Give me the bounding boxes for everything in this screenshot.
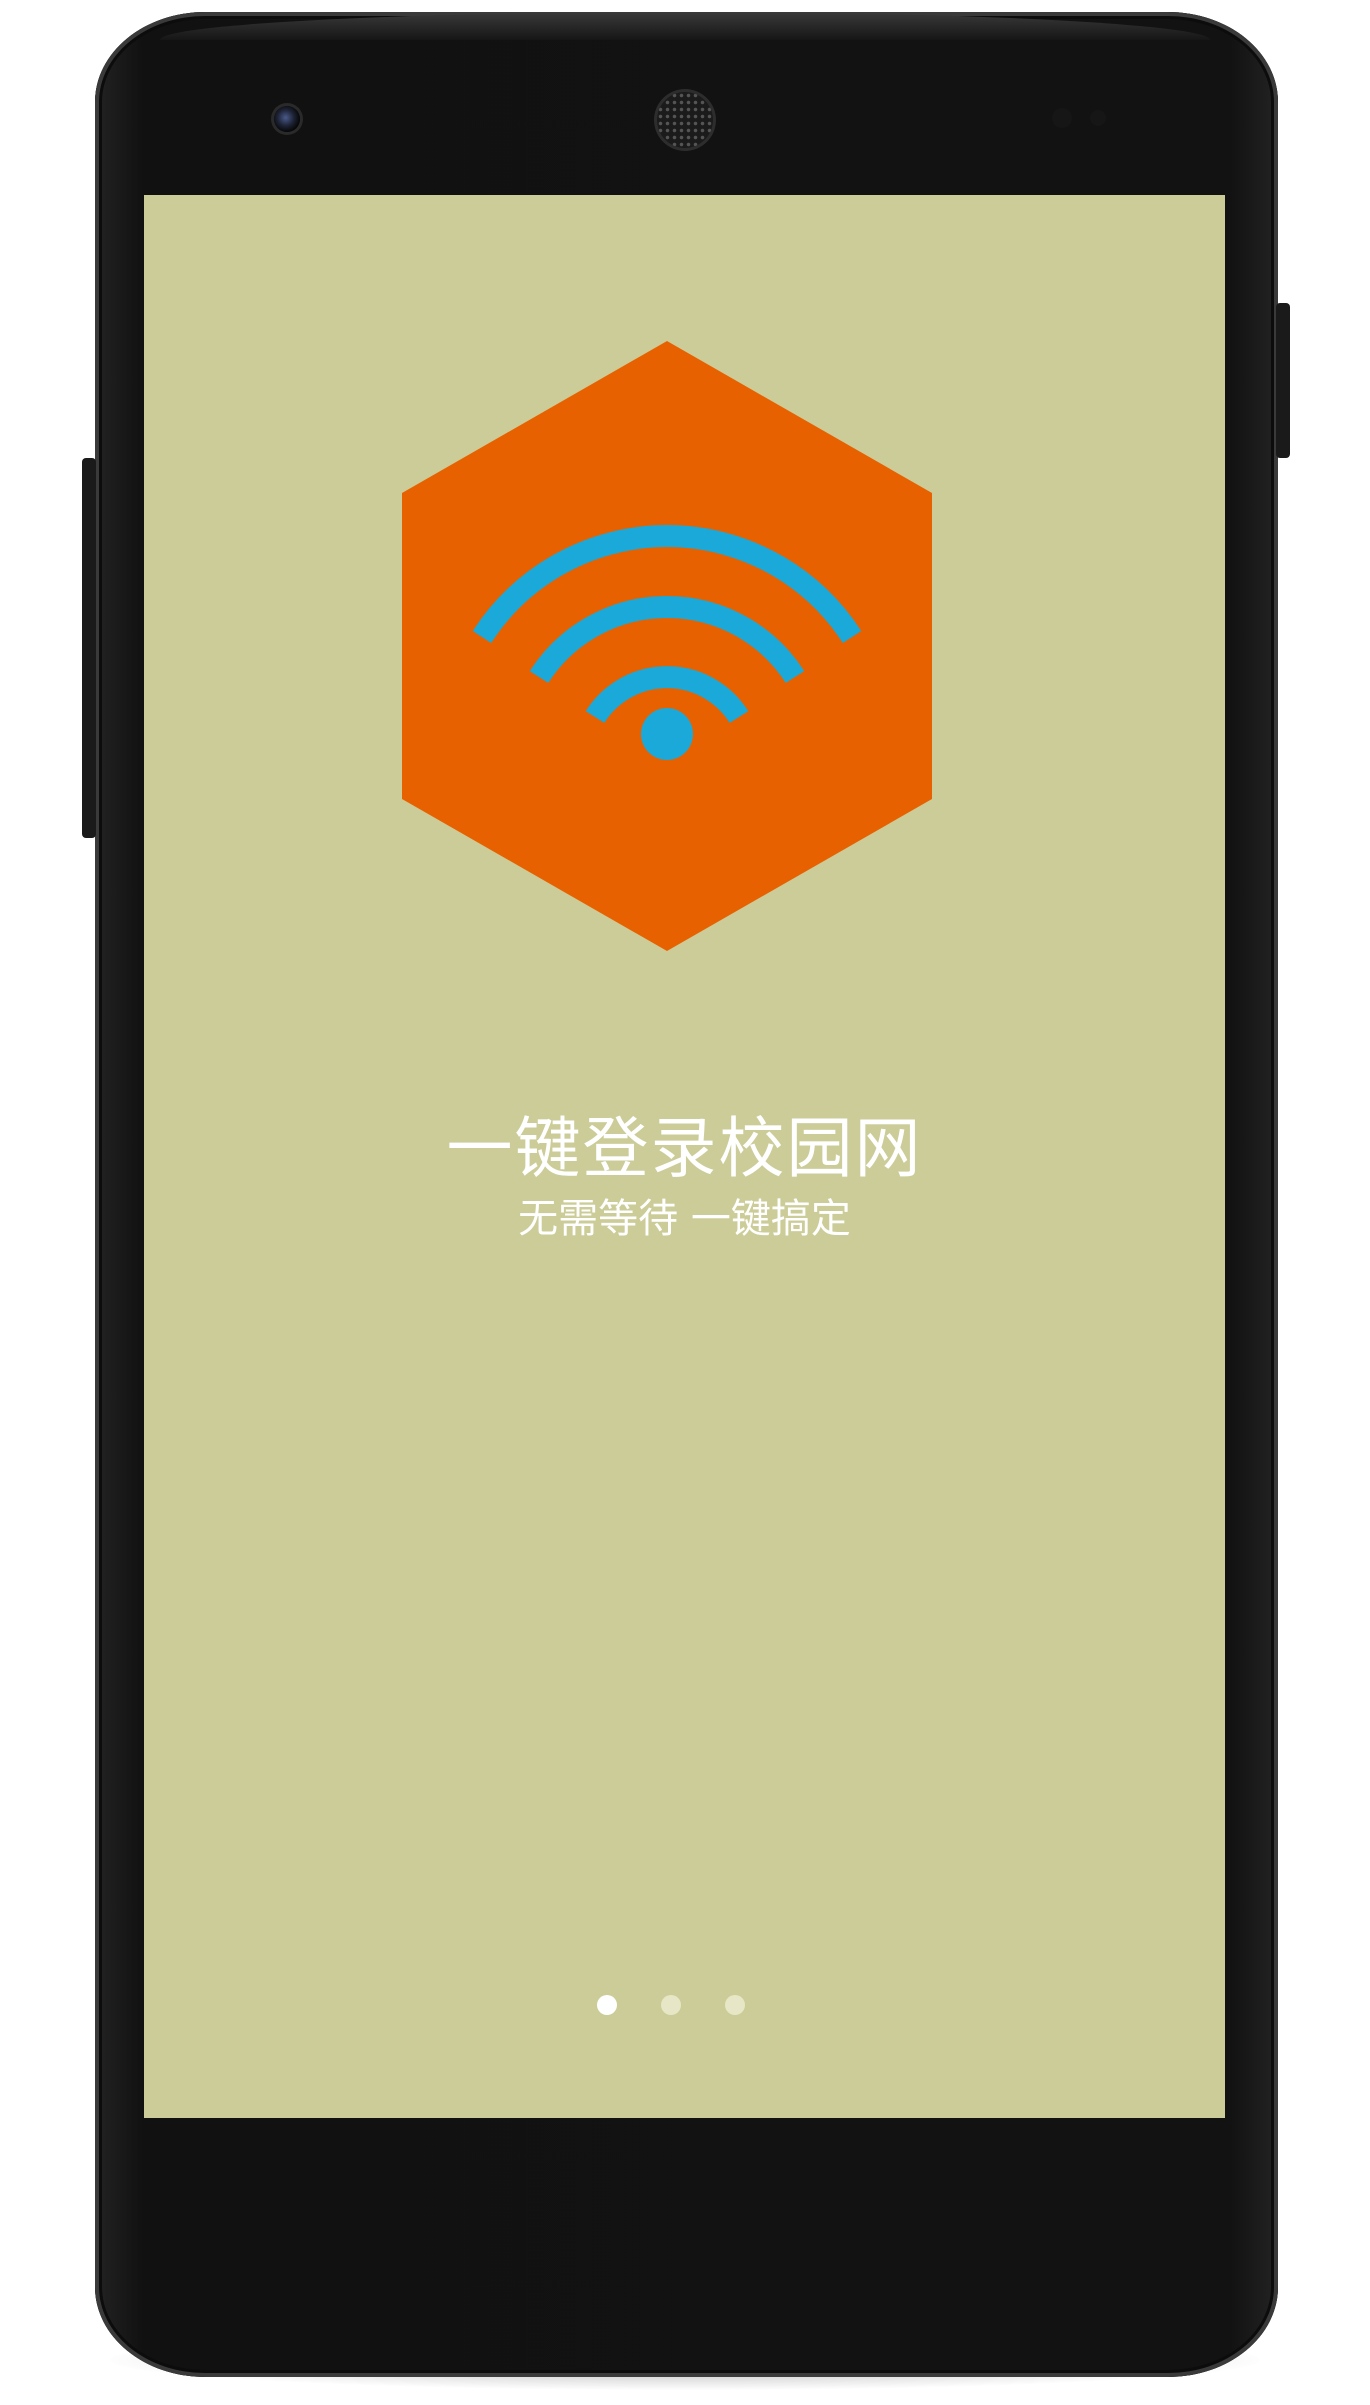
wifi-hexagon-icon	[402, 341, 932, 951]
earpiece-speaker-icon	[657, 92, 713, 148]
page-dot-3[interactable]	[725, 1995, 745, 2015]
power-button	[1276, 303, 1290, 458]
light-sensor	[1090, 110, 1106, 126]
onboarding-screen[interactable]: 一键登录校园网 无需等待 一键搞定	[144, 195, 1225, 2118]
onboarding-subtitle: 无需等待 一键搞定	[518, 1196, 851, 1242]
wifi-dot	[641, 708, 693, 760]
volume-button	[82, 458, 96, 838]
page-dot-1[interactable]	[597, 1995, 617, 2015]
hexagon-shape	[402, 341, 932, 951]
onboarding-title: 一键登录校园网	[446, 1110, 923, 1187]
page-dot-2[interactable]	[661, 1995, 681, 2015]
proximity-sensor	[1052, 108, 1072, 128]
device-mockup: 一键登录校园网 无需等待 一键搞定	[0, 0, 1370, 2405]
front-camera-icon	[274, 106, 300, 132]
page-indicator	[144, 1995, 1225, 2015]
